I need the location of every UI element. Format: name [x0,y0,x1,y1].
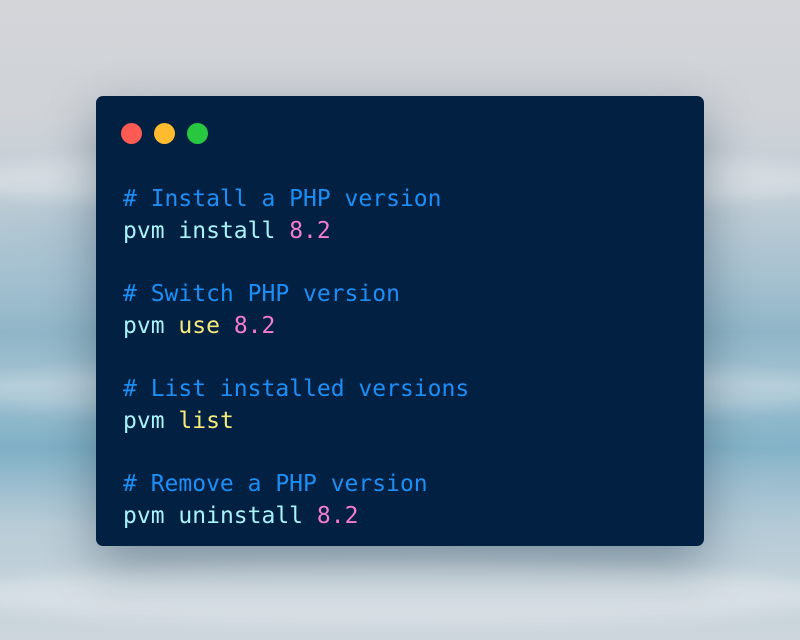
code-comment: # Switch PHP version [123,281,400,308]
code-line: pvm install 8.2 [123,216,469,248]
code-subcommand: install [178,217,276,244]
window-controls [121,123,208,144]
code-subcommand: use [178,312,220,339]
code-line: pvm use 8.2 [123,311,469,343]
code-line: pvm list [123,406,469,438]
code-argument: 8.2 [289,217,331,244]
mist-layer [0,565,800,625]
code-argument: 8.2 [316,502,359,529]
code-command: pvm [123,312,165,339]
code-subcommand: uninstall [178,502,304,529]
code-command: pvm [123,217,165,244]
code-window: # Install a PHP version pvm install 8.2 # … [96,96,704,546]
code-argument: 8.2 [233,312,276,339]
code-block: # Install a PHP version pvm install 8.2 # … [123,184,469,533]
code-command: pvm [123,407,165,434]
code-comment: # Install a PHP version [123,186,442,212]
minimize-dot[interactable] [154,123,175,144]
code-comment: # List installed versions [123,376,470,403]
code-command: pvm [123,502,165,529]
maximize-dot[interactable] [187,123,208,144]
code-line: pvm uninstall 8.2 [123,501,469,533]
close-dot[interactable] [121,123,142,144]
code-subcommand: list [178,407,234,434]
code-comment: # Remove a PHP version [123,471,428,498]
